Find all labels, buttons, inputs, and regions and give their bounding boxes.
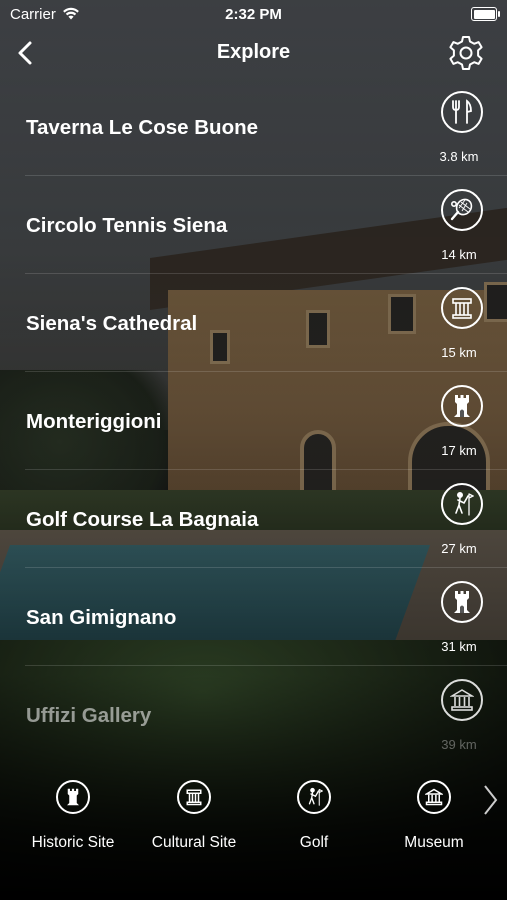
place-distance: 15 km: [441, 345, 477, 360]
fork-knife-icon: [441, 91, 483, 133]
place-name: Taverna Le Cose Buone: [26, 116, 259, 139]
category-label: Cultural Site: [151, 834, 237, 851]
place-name: San Gimignano: [26, 606, 177, 629]
status-bar: Carrier 2:32 PM: [0, 0, 507, 28]
cultural-site-icon: [441, 287, 483, 329]
list-item[interactable]: Golf Course La Bagnaia 27 km: [25, 470, 507, 568]
list-item[interactable]: San Gimignano 31 km: [25, 568, 507, 666]
category-bar: Historic Site Cultural Site Golf Museum: [0, 770, 507, 870]
place-distance: 27 km: [441, 541, 477, 556]
scroll-right-button[interactable]: [479, 780, 501, 820]
category-label: Golf: [299, 834, 329, 851]
golf-icon: [297, 780, 331, 814]
category-historic-site[interactable]: Historic Site: [13, 780, 133, 852]
list-item[interactable]: Siena's Cathedral 15 km: [25, 274, 507, 372]
castle-tower-icon: [441, 581, 483, 623]
chevron-right-icon: [484, 785, 498, 815]
place-distance: 3.8 km: [439, 149, 479, 164]
castle-tower-icon: [56, 780, 90, 814]
place-name: Circolo Tennis Siena: [26, 214, 228, 237]
museum-icon: [417, 780, 451, 814]
settings-button[interactable]: [447, 34, 485, 72]
place-name: Monteriggioni: [26, 410, 162, 433]
category-label: Historic Site: [31, 834, 115, 851]
navigation-bar: Explore: [0, 30, 507, 74]
cultural-site-icon: [177, 780, 211, 814]
gear-icon: [449, 36, 483, 70]
tennis-racket-icon: [441, 189, 483, 231]
museum-icon: [441, 679, 483, 721]
place-name: Uffizi Gallery: [26, 704, 152, 727]
category-cultural-site[interactable]: Cultural Site: [134, 780, 254, 852]
list-item[interactable]: Taverna Le Cose Buone 3.8 km: [25, 78, 507, 176]
category-museum[interactable]: Museum: [374, 780, 494, 852]
places-list: Taverna Le Cose Buone 3.8 km Circolo Ten…: [0, 78, 507, 763]
place-distance: 31 km: [441, 639, 477, 654]
category-golf[interactable]: Golf: [254, 780, 374, 852]
castle-tower-icon: [441, 385, 483, 427]
place-name: Golf Course La Bagnaia: [26, 508, 259, 531]
page-title: Explore: [216, 41, 291, 63]
status-time: 2:32 PM: [225, 6, 282, 23]
list-item[interactable]: Uffizi Gallery 39 km: [25, 666, 507, 763]
category-label: Museum: [404, 834, 464, 851]
place-distance: 17 km: [441, 443, 477, 458]
place-distance: 39 km: [441, 737, 477, 752]
battery-icon: [471, 7, 500, 21]
place-distance: 14 km: [441, 247, 477, 262]
list-item[interactable]: Monteriggioni 17 km: [25, 372, 507, 470]
golf-icon: [441, 483, 483, 525]
place-name: Siena's Cathedral: [26, 312, 198, 335]
list-item[interactable]: Circolo Tennis Siena 14 km: [25, 176, 507, 274]
